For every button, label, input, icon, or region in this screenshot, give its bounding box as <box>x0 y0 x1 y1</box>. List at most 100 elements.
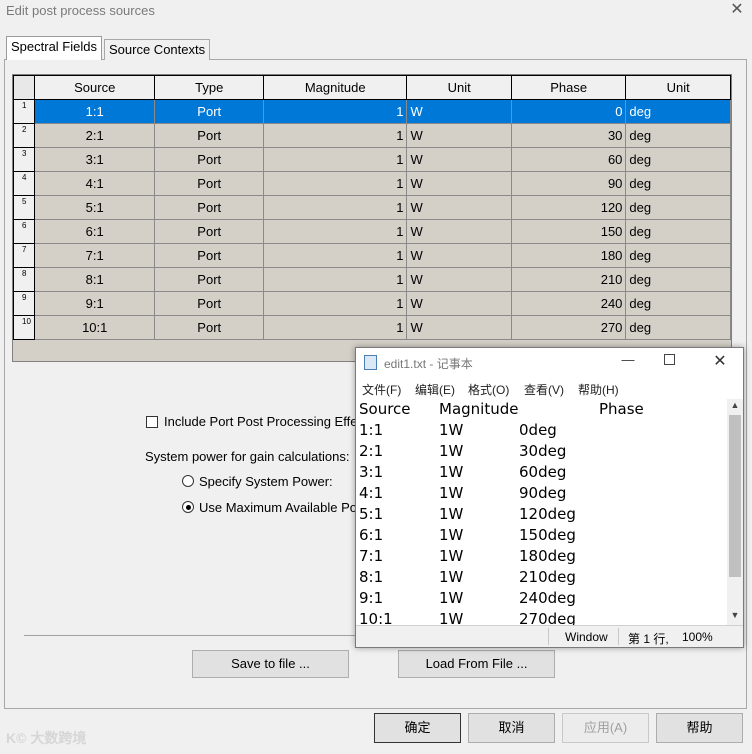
column-header-unit[interactable]: Unit <box>406 75 512 100</box>
table-row[interactable]: 4 4:1 Port 1 W 90 deg <box>13 171 731 196</box>
cell-source[interactable]: 1:1 <box>33 99 156 124</box>
cell-unit[interactable]: W <box>406 195 512 220</box>
cell-unit[interactable]: W <box>406 123 512 148</box>
column-header-type[interactable]: Type <box>154 75 264 100</box>
cell-magnitude[interactable]: 1 <box>262 243 408 268</box>
cell-source[interactable]: 4:1 <box>33 171 156 196</box>
cell-phase[interactable]: 240 <box>510 291 627 316</box>
minimize-icon[interactable]: — <box>618 352 638 367</box>
close-icon[interactable]: ✕ <box>728 0 746 20</box>
cell-unit[interactable]: W <box>406 171 512 196</box>
cell-magnitude[interactable]: 1 <box>262 219 408 244</box>
cell-unit[interactable]: W <box>406 267 512 292</box>
menu-file[interactable]: 文件(F) <box>362 381 401 398</box>
cell-type[interactable]: Port <box>154 267 264 292</box>
cell-source[interactable]: 7:1 <box>33 243 156 268</box>
cell-phase[interactable]: 270 <box>510 315 627 340</box>
table-row[interactable]: 5 5:1 Port 1 W 120 deg <box>13 195 731 220</box>
table-row[interactable]: 7 7:1 Port 1 W 180 deg <box>13 243 731 268</box>
include-port-checkbox[interactable] <box>146 416 158 428</box>
notepad-titlebar[interactable]: edit1.txt - 记事本 — ✕ <box>356 348 743 378</box>
close-icon[interactable]: ✕ <box>710 351 730 371</box>
cell-type[interactable]: Port <box>154 99 264 124</box>
cell-type[interactable]: Port <box>154 243 264 268</box>
cell-magnitude[interactable]: 1 <box>262 99 408 124</box>
row-number[interactable]: 3 <box>13 147 35 172</box>
specify-power-radio[interactable] <box>182 475 194 487</box>
row-number[interactable]: 5 <box>13 195 35 220</box>
cell-type[interactable]: Port <box>154 219 264 244</box>
cell-phase[interactable]: 180 <box>510 243 627 268</box>
cell-magnitude[interactable]: 1 <box>262 195 408 220</box>
use-max-power-radio[interactable] <box>182 501 194 513</box>
cell-phase[interactable]: 120 <box>510 195 627 220</box>
cell-unit[interactable]: W <box>406 219 512 244</box>
cell-unit[interactable]: W <box>406 243 512 268</box>
row-number[interactable]: 4 <box>13 171 35 196</box>
scroll-down-icon[interactable]: ▼ <box>727 610 743 620</box>
save-to-file-button[interactable]: Save to file ... <box>192 650 349 678</box>
cell-source[interactable]: 9:1 <box>33 291 156 316</box>
cell-source[interactable]: 6:1 <box>33 219 156 244</box>
cell-phase-unit[interactable]: deg <box>625 219 731 244</box>
menu-format[interactable]: 格式(O) <box>468 381 509 398</box>
table-row[interactable]: 9 9:1 Port 1 W 240 deg <box>13 291 731 316</box>
notepad-text-area[interactable]: Source Magnitude Phase 1:1 1W 0deg 2:1 1… <box>356 399 727 625</box>
cell-phase[interactable]: 210 <box>510 267 627 292</box>
column-header-phase-unit[interactable]: Unit <box>625 75 731 100</box>
scroll-up-icon[interactable]: ▲ <box>727 400 743 410</box>
cell-phase-unit[interactable]: deg <box>625 123 731 148</box>
table-row[interactable]: 8 8:1 Port 1 W 210 deg <box>13 267 731 292</box>
cell-phase-unit[interactable]: deg <box>625 267 731 292</box>
notepad-window[interactable]: edit1.txt - 记事本 — ✕ 文件(F) 编辑(E) 格式(O) 查看… <box>355 347 744 648</box>
cell-phase-unit[interactable]: deg <box>625 315 731 340</box>
cell-source[interactable]: 10:1 <box>33 315 156 340</box>
cell-unit[interactable]: W <box>406 291 512 316</box>
menu-help[interactable]: 帮助(H) <box>578 381 619 398</box>
row-number[interactable]: 2 <box>13 123 35 148</box>
cell-magnitude[interactable]: 1 <box>262 171 408 196</box>
table-row[interactable]: 2 2:1 Port 1 W 30 deg <box>13 123 731 148</box>
tab-spectral-fields[interactable]: Spectral Fields <box>6 36 102 60</box>
cell-phase[interactable]: 30 <box>510 123 627 148</box>
cell-source[interactable]: 3:1 <box>33 147 156 172</box>
cell-source[interactable]: 2:1 <box>33 123 156 148</box>
scroll-thumb[interactable] <box>729 415 741 577</box>
cell-magnitude[interactable]: 1 <box>262 123 408 148</box>
cell-magnitude[interactable]: 1 <box>262 315 408 340</box>
column-header-source[interactable]: Source <box>33 75 156 100</box>
cell-type[interactable]: Port <box>154 171 264 196</box>
vertical-scrollbar[interactable]: ▲ ▼ <box>727 399 743 625</box>
tab-source-contexts[interactable]: Source Contexts <box>104 39 211 60</box>
cell-type[interactable]: Port <box>154 195 264 220</box>
cell-type[interactable]: Port <box>154 123 264 148</box>
cancel-button[interactable]: 取消 <box>468 713 555 743</box>
load-from-file-button[interactable]: Load From File ... <box>398 650 555 678</box>
cell-type[interactable]: Port <box>154 315 264 340</box>
cell-unit[interactable]: W <box>406 99 512 124</box>
row-number[interactable]: 7 <box>13 243 35 268</box>
sources-grid[interactable]: Source Type Magnitude Unit Phase Unit 1 … <box>12 74 732 362</box>
column-header-phase[interactable]: Phase <box>510 75 627 100</box>
cell-phase-unit[interactable]: deg <box>625 147 731 172</box>
row-number[interactable]: 10 <box>13 315 35 340</box>
ok-button[interactable]: 确定 <box>374 713 461 743</box>
cell-type[interactable]: Port <box>154 291 264 316</box>
cell-phase-unit[interactable]: deg <box>625 243 731 268</box>
cell-phase[interactable]: 90 <box>510 171 627 196</box>
apply-button[interactable]: 应用(A) <box>562 713 649 743</box>
row-number[interactable]: 1 <box>13 99 35 124</box>
cell-phase[interactable]: 0 <box>510 99 627 124</box>
table-row[interactable]: 1 1:1 Port 1 W 0 deg <box>13 99 731 124</box>
cell-phase[interactable]: 150 <box>510 219 627 244</box>
cell-source[interactable]: 5:1 <box>33 195 156 220</box>
cell-magnitude[interactable]: 1 <box>262 291 408 316</box>
table-row[interactable]: 6 6:1 Port 1 W 150 deg <box>13 219 731 244</box>
help-button[interactable]: 帮助 <box>656 713 743 743</box>
cell-magnitude[interactable]: 1 <box>262 147 408 172</box>
cell-phase-unit[interactable]: deg <box>625 291 731 316</box>
maximize-icon[interactable] <box>664 354 675 365</box>
row-number[interactable]: 6 <box>13 219 35 244</box>
row-number[interactable]: 8 <box>13 267 35 292</box>
cell-phase-unit[interactable]: deg <box>625 171 731 196</box>
